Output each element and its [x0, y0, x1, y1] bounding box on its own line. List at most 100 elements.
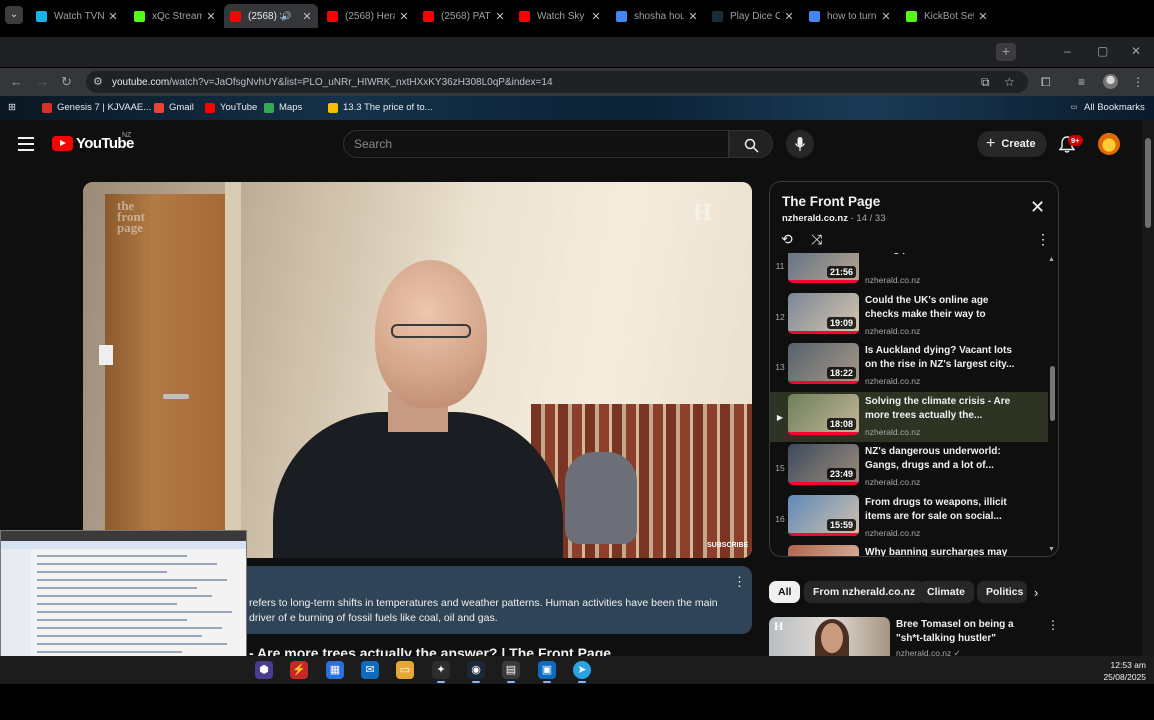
filter-chip[interactable]: All — [769, 581, 801, 603]
playlist-thumbnail[interactable]: 15:59 — [788, 494, 859, 536]
youtube-icon — [230, 10, 241, 22]
browser-tab[interactable]: (2568) PAT ✕ — [417, 4, 511, 28]
shuffle-icon[interactable]: ⤨ — [811, 231, 822, 248]
notepad-icon[interactable]: ▤ — [502, 661, 520, 679]
reading-list-icon[interactable]: ≡ — [1078, 75, 1085, 89]
filter-chip[interactable]: Climate — [918, 581, 974, 603]
flash-app-icon[interactable]: ⚡ — [290, 661, 308, 679]
browser-tab[interactable]: how to turn ✕ — [803, 4, 897, 28]
telegram-icon[interactable]: ➤ — [573, 661, 591, 679]
url-text[interactable]: youtube.com/watch?v=JaOfsgNvhUY&list=PLO… — [112, 77, 553, 88]
close-tab-icon[interactable]: ✕ — [495, 10, 505, 23]
browser-tab[interactable]: xQc Stream ✕ — [128, 4, 222, 28]
create-button[interactable]: + Create — [977, 131, 1047, 157]
extensions-icon[interactable]: ⧠ — [1041, 75, 1051, 90]
duration-badge: 15:59 — [826, 518, 856, 531]
playlist-item-current[interactable]: ▶ 18:08 Solving the climate crisis - Are m… — [770, 391, 1048, 442]
close-playlist-icon[interactable]: ✕ — [1030, 197, 1045, 218]
steam-icon[interactable]: ◉ — [467, 661, 485, 679]
browser-tab[interactable]: (2568) S🔊 ✕ — [224, 4, 318, 28]
browser-tab[interactable]: Play Dice C ✕ — [706, 4, 800, 28]
subscribe-watermark[interactable]: SUBSCRIBE — [707, 542, 748, 549]
file-explorer-icon[interactable]: ▭ — [396, 661, 414, 679]
window-app-icon[interactable]: ▣ — [538, 661, 556, 679]
playlist-scrollbar[interactable] — [1049, 258, 1056, 550]
playlist-item-title: Could the UK's online age checks make th… — [865, 294, 989, 320]
playlist-thumbnail[interactable]: 19:09 — [788, 292, 859, 334]
browser-tab[interactable]: shosha hou ✕ — [610, 4, 704, 28]
chevron-right-icon[interactable]: › — [1034, 585, 1038, 600]
profile-avatar[interactable] — [1103, 74, 1118, 89]
bookmark-label: Maps — [279, 102, 303, 113]
video-player[interactable]: the front page H SUBSCRIBE — [83, 182, 752, 558]
close-tab-icon[interactable]: ✕ — [784, 10, 794, 23]
apps-grid-icon[interactable]: ⊞ — [8, 102, 16, 113]
bookmark-item[interactable]: YouTube — [205, 102, 257, 113]
search-input[interactable] — [343, 130, 729, 158]
playlist-thumbnail[interactable]: 23:49 — [788, 444, 859, 485]
playlist-item[interactable]: 12 19:09 Could the UK's online age checks … — [770, 291, 1048, 341]
close-window-button[interactable]: ✕ — [1131, 44, 1141, 58]
install-app-icon[interactable]: ⧉ — [981, 75, 990, 90]
bookmark-star-icon[interactable]: ☆ — [1004, 75, 1015, 89]
playlist-item[interactable]: 13 18:22 Is Auckland dying? Vacant lots on… — [770, 341, 1048, 391]
close-tab-icon[interactable]: ✕ — [881, 10, 891, 23]
youtube-logo[interactable]: YouTube NZ — [52, 132, 134, 152]
filter-chip[interactable]: Politics — [977, 581, 1027, 603]
close-tab-icon[interactable]: ✕ — [399, 10, 409, 23]
minimize-button[interactable]: – — [1064, 44, 1071, 58]
close-tab-icon[interactable]: ✕ — [206, 10, 216, 23]
browser-tab[interactable]: Watch Sky ✕ — [513, 4, 607, 28]
browser-tab[interactable]: Watch TVN ✕ — [30, 4, 124, 28]
playlist-thumbnail[interactable] — [788, 545, 859, 556]
browser-tab[interactable]: (2568) Hera ✕ — [321, 4, 415, 28]
bookmark-item[interactable]: 13.3 The price of to... — [328, 102, 433, 113]
outlook-icon[interactable]: ✉ — [361, 661, 379, 679]
close-tab-icon[interactable]: ✕ — [302, 10, 312, 23]
playlist-item[interactable]: 16 15:59 From drugs to weapons, illicit it… — [770, 493, 1048, 543]
bookmark-item[interactable]: Maps — [264, 102, 302, 113]
playlist-thumbnail[interactable]: 18:08 — [788, 393, 859, 435]
filter-chip[interactable]: From nzherald.co.nz — [804, 581, 925, 603]
recommendation-more-icon[interactable]: ⋮ — [1047, 618, 1059, 632]
page-scrollbar[interactable] — [1142, 120, 1154, 656]
scroll-down-icon[interactable]: ▼ — [1048, 546, 1055, 553]
voice-search-button[interactable] — [786, 130, 814, 158]
playlist-thumbnail[interactable]: 18:22 — [788, 343, 859, 384]
close-tab-icon[interactable]: ✕ — [688, 10, 698, 23]
tab-search-button[interactable]: ⌄ — [5, 6, 23, 24]
browser-menu-icon[interactable]: ⋮ — [1132, 75, 1144, 89]
app-icon-purple[interactable]: ⬢ — [255, 661, 273, 679]
back-button[interactable]: ← — [10, 74, 23, 89]
close-tab-icon[interactable]: ✕ — [591, 10, 601, 23]
speaker-icon[interactable]: 🔊 — [281, 11, 292, 22]
new-tab-button[interactable]: + — [996, 43, 1016, 61]
maximize-button[interactable]: ▢ — [1097, 44, 1108, 58]
recommendation-channel[interactable]: nzherald.co.nz ✓ — [896, 648, 961, 656]
system-clock[interactable]: 12:53 am 25/08/2025 — [1100, 659, 1146, 683]
game-app-icon[interactable]: ✦ — [432, 661, 450, 679]
close-tab-icon[interactable]: ✕ — [978, 10, 988, 23]
all-bookmarks-folder[interactable]: ▭ All Bookmarks — [1069, 102, 1145, 113]
search-button[interactable] — [729, 130, 773, 158]
bookmark-item[interactable]: Genesis 7 | KJVAAE... — [42, 102, 151, 113]
loop-playlist-icon[interactable]: ⟲ — [781, 231, 793, 248]
playlist-item[interactable]: 11 21:56 turning point for NZ trade... nzhe… — [770, 253, 1048, 290]
playlist-thumbnail[interactable]: 21:56 — [788, 253, 859, 283]
recommendation-title[interactable]: Bree Tomasel on being a "sh*t-talking hu… — [896, 618, 1041, 646]
playlist-item[interactable]: 15 23:49 NZ's dangerous underworld: Gangs,… — [770, 442, 1048, 492]
bookmark-item[interactable]: Gmail — [154, 102, 194, 113]
playlist-more-icon[interactable]: ⋮ — [1036, 231, 1050, 248]
store-icon[interactable]: ▦ — [326, 661, 344, 679]
browser-tab[interactable]: KickBot Set ✕ — [900, 4, 994, 28]
playlist-item[interactable]: 17Why banning surcharges may hike prices… — [770, 543, 1048, 556]
reload-button[interactable]: ↻ — [61, 74, 72, 90]
forward-button[interactable]: → — [36, 74, 49, 89]
playlist-title[interactable]: The Front Page — [782, 194, 880, 209]
guide-menu-button[interactable] — [18, 137, 34, 151]
close-tab-icon[interactable]: ✕ — [108, 10, 118, 23]
account-avatar[interactable] — [1098, 133, 1120, 155]
site-settings-icon[interactable]: ⚙ — [93, 75, 103, 88]
description-more-icon[interactable]: ⋮ — [733, 574, 746, 590]
recommendation-thumbnail[interactable]: H — [769, 617, 890, 656]
